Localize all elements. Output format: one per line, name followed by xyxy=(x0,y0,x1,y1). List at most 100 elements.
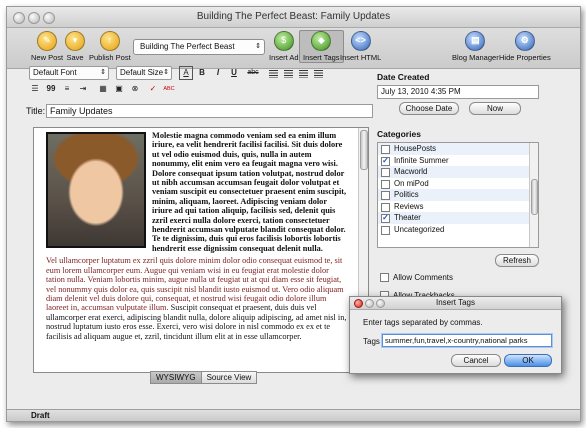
blog-manager-label: Blog Manager xyxy=(452,53,499,62)
refresh-button[interactable]: Refresh xyxy=(495,254,539,267)
close-window-button[interactable] xyxy=(13,12,25,24)
select-arrows-icon: ⇕ xyxy=(100,69,106,76)
category-label: On miPod xyxy=(394,178,429,188)
save-button[interactable]: ▾ Save xyxy=(65,31,85,62)
align-left-button[interactable] xyxy=(267,67,279,79)
insert-image-button[interactable]: ▣ xyxy=(113,83,125,95)
align-center-button[interactable] xyxy=(282,67,294,79)
category-label: Infinite Summer xyxy=(394,155,449,165)
check-icon[interactable]: ✓ xyxy=(147,83,159,95)
hide-properties-button[interactable]: ⚙ Hide Properties xyxy=(499,31,551,62)
blog-manager-button[interactable]: ▤ Blog Manager xyxy=(452,31,499,62)
insert-ad-icon: $ xyxy=(273,31,294,51)
category-checkbox[interactable] xyxy=(381,202,390,212)
category-checkbox[interactable] xyxy=(381,145,390,154)
category-item[interactable]: On miPod xyxy=(378,178,538,190)
minimize-window-button[interactable] xyxy=(28,12,40,24)
categories-scroll-thumb[interactable] xyxy=(531,179,538,215)
insert-link-button[interactable]: ⊗ xyxy=(129,83,141,95)
indent-icon: ⇥ xyxy=(79,84,87,93)
category-item[interactable]: Macworld xyxy=(378,166,538,178)
category-item[interactable]: Reviews xyxy=(378,201,538,213)
insert-tags-dialog: Insert Tags Enter tags separated by comm… xyxy=(349,296,562,374)
align-right-button[interactable] xyxy=(297,67,309,79)
bullet-list-button[interactable]: ☰ xyxy=(29,83,41,95)
publish-post-label: Publish Post xyxy=(89,53,131,62)
tab-wysiwyg[interactable]: WYSIWYG xyxy=(150,371,202,384)
editor-content[interactable]: Molestie magna commodo veniam sed ea eni… xyxy=(46,131,348,344)
indent-button[interactable]: ⇥ xyxy=(77,83,89,95)
category-item[interactable]: ✓ Infinite Summer xyxy=(378,155,538,167)
publish-post-button[interactable]: ↑ Publish Post xyxy=(89,31,131,62)
numbered-list-button[interactable]: ≡ xyxy=(61,83,73,95)
category-checkbox[interactable]: ✓ xyxy=(381,156,390,166)
editor-scroll-thumb[interactable] xyxy=(360,130,368,170)
insert-table-button[interactable]: ▦ xyxy=(97,83,109,95)
align-right-icon xyxy=(299,70,308,78)
strikethrough-button[interactable]: abc xyxy=(245,67,261,79)
align-left-icon xyxy=(269,70,278,78)
category-checkbox[interactable] xyxy=(381,179,390,189)
cancel-button[interactable]: Cancel xyxy=(451,354,501,367)
allow-comments-option[interactable]: Allow Comments xyxy=(380,273,454,282)
allow-comments-checkbox[interactable] xyxy=(380,273,389,282)
hide-properties-icon: ⚙ xyxy=(514,31,535,51)
tab-source-view[interactable]: Source View xyxy=(200,371,258,384)
categories-list: HousePosts ✓ Infinite Summer Macworld On miP… xyxy=(377,142,539,248)
now-button[interactable]: Now xyxy=(469,102,521,115)
window-title: Building The Perfect Beast: Family Updat… xyxy=(196,11,391,22)
bullet-list-icon: ☰ xyxy=(31,84,39,93)
title-input[interactable]: Family Updates xyxy=(46,104,373,118)
window-titlebar: Building The Perfect Beast: Family Updat… xyxy=(7,7,580,28)
allow-comments-label: Allow Comments xyxy=(393,273,454,282)
post-editor[interactable]: Molestie magna commodo veniam sed ea eni… xyxy=(33,127,369,373)
category-checkbox[interactable]: ✓ xyxy=(381,214,390,223)
dialog-zoom-button[interactable] xyxy=(376,299,385,308)
category-item[interactable]: HousePosts xyxy=(378,143,538,155)
title-label: Title: xyxy=(26,106,46,116)
ok-button[interactable]: OK xyxy=(504,354,552,367)
category-item[interactable]: Uncategorized xyxy=(378,224,538,236)
new-post-icon: ✎ xyxy=(37,31,58,51)
new-post-button[interactable]: ✎ New Post xyxy=(31,31,63,62)
new-post-label: New Post xyxy=(31,53,64,62)
align-justify-button[interactable] xyxy=(312,67,324,79)
category-checkbox[interactable] xyxy=(381,168,390,177)
choose-date-button[interactable]: Choose Date xyxy=(399,102,459,115)
category-item[interactable]: Politics xyxy=(378,189,538,201)
insert-html-icon: <> xyxy=(350,31,371,51)
categories-items: HousePosts ✓ Infinite Summer Macworld On miP… xyxy=(378,143,538,235)
image-icon: ▣ xyxy=(115,84,123,93)
category-checkbox[interactable] xyxy=(381,191,390,200)
blog-select[interactable]: Building The Perfect Beast ⇕ xyxy=(133,39,265,55)
categories-scrollbar[interactable] xyxy=(529,143,538,247)
bold-button[interactable]: B xyxy=(196,67,208,79)
insert-tags-button[interactable]: ◆ Insert Tags xyxy=(299,30,344,63)
dialog-titlebar: Insert Tags xyxy=(350,297,561,310)
underline-button[interactable]: U xyxy=(228,67,240,79)
dialog-minimize-button[interactable] xyxy=(365,299,374,308)
dialog-title: Insert Tags xyxy=(436,298,475,307)
italic-button[interactable]: I xyxy=(212,67,224,79)
category-checkbox[interactable] xyxy=(381,225,390,235)
hide-properties-label: Hide Properties xyxy=(499,53,551,62)
insert-ad-button[interactable]: $ Insert Ad xyxy=(269,31,299,62)
spellcheck-button[interactable]: ABC xyxy=(163,83,175,95)
dialog-close-button[interactable] xyxy=(354,299,363,308)
publish-icon: ↑ xyxy=(99,31,120,51)
category-item[interactable]: ✓ Theater xyxy=(378,212,538,224)
category-label: Politics xyxy=(394,190,419,199)
blockquote-button[interactable]: 99 xyxy=(45,83,57,95)
blog-manager-icon: ▤ xyxy=(465,31,486,51)
text-color-button[interactable]: A xyxy=(179,66,193,80)
post-photo xyxy=(46,132,146,248)
tags-input[interactable]: summer,fun,travel,x-country,national par… xyxy=(382,334,552,347)
insert-html-button[interactable]: <> Insert HTML xyxy=(340,31,381,62)
size-select[interactable]: Default Size ⇕ xyxy=(116,66,172,80)
date-field[interactable]: July 13, 2010 4:35 PM xyxy=(377,85,539,99)
font-select[interactable]: Default Font ⇕ xyxy=(29,66,109,80)
dialog-message: Enter tags separated by commas. xyxy=(363,318,483,327)
dialog-window-controls xyxy=(354,299,387,312)
zoom-window-button[interactable] xyxy=(43,12,55,24)
category-label: Uncategorized xyxy=(394,224,445,234)
